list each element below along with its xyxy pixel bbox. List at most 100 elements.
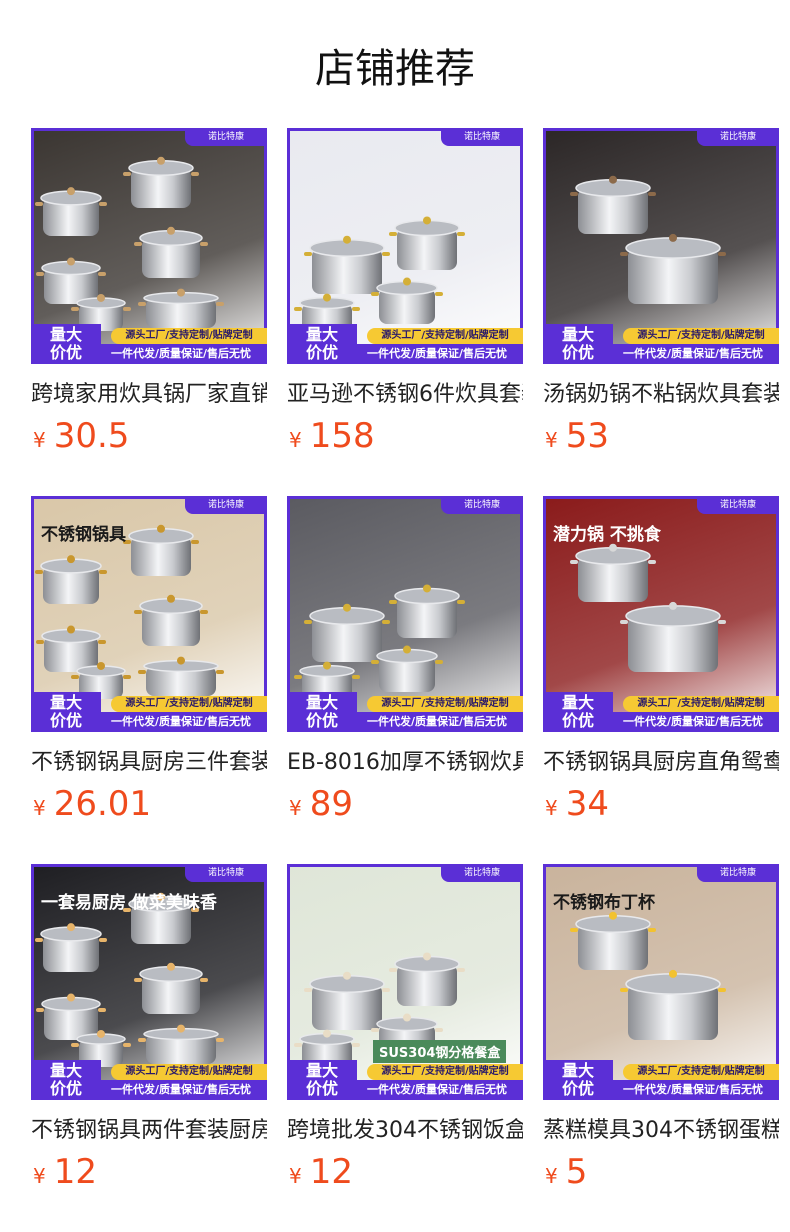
price-amount: 30.5 [53,416,130,456]
promo-banner: 一件代发/质量保证/售后无忧 量大 价优 源头工厂/支持定制/贴牌定制 [31,1060,267,1100]
product-name[interactable]: 跨境批发304不锈钢饭盒 [287,1112,523,1144]
brand-label: 诺比特康 [463,500,500,510]
promo-volume-line2: 价优 [305,343,338,362]
promo-volume-line1: 量大 [49,325,82,344]
promo-volume-line1: 量大 [561,1061,594,1080]
product-image[interactable]: 不锈钢布丁杯 诺比特康一件代发/质量保证/售后无忧 量大 价优 源头工厂/支持定制/贴牌… [543,864,779,1100]
promo-banner: 一件代发/质量保证/售后无忧 量大 价优 源头工厂/支持定制/贴牌定制 [543,692,779,732]
product-price: ¥12 [33,1152,97,1192]
promo-line1: 源头工厂/支持定制/贴牌定制 [623,696,779,712]
promo-volume-badge: 量大 价优 [287,1060,357,1100]
product-card[interactable]: 诺比特康一件代发/质量保证/售后无忧 量大 价优 源头工厂/支持定制/贴牌定制汤锅奶锅… [543,128,779,458]
product-card[interactable]: 诺比特康 一件代发/质量保证/售后无忧 量大 价优 源头工厂/支持定制/贴牌定制 亚马逊不… [287,128,523,458]
promo-line2: 一件代发/质量保证/售后无忧 [607,712,779,732]
promo-banner: 一件代发/质量保证/售后无忧 量大 价优 源头工厂/支持定制/贴牌定制 [287,324,523,364]
price-amount: 5 [565,1152,588,1192]
promo-volume-line2: 价优 [49,1079,82,1098]
promo-line1: 源头工厂/支持定制/贴牌定制 [111,328,267,344]
product-price: ¥158 [289,416,375,456]
product-name[interactable]: EB-8016加厚不锈钢炊具 [287,744,523,776]
brand-label: 诺比特康 [463,868,500,878]
product-card[interactable]: 一套易厨房 做菜美味香 诺比特康 一件代发/质量保证/售后无忧 量大 价优 源头工厂/支持… [31,864,267,1194]
product-price: ¥89 [289,784,353,824]
brand-badge: 诺比特康 [185,128,267,146]
promo-line1: 源头工厂/支持定制/贴牌定制 [367,328,523,344]
product-price: ¥12 [289,1152,353,1192]
product-image[interactable]: 诺比特康 一件代发/质量保证/售后无忧 量大 价优 源头工厂/支持定制/贴牌定制 [287,496,523,732]
product-name[interactable]: 蒸糕模具304不锈钢蛋糕杯 [543,1112,779,1144]
promo-volume-line2: 价优 [305,711,338,730]
product-image-caption: 不锈钢布丁杯 [553,893,655,913]
brand-label: 诺比特康 [719,868,756,878]
product-image-caption: 不锈钢锅具 [41,525,126,545]
promo-line1: 源头工厂/支持定制/贴牌定制 [111,1064,267,1080]
brand-badge: 诺比特康 [185,496,267,514]
currency-symbol: ¥ [33,796,46,820]
product-card[interactable]: 不锈钢锅具 诺比特康 一件代发/质量保证/售后无忧 量大 价优 源头工厂/支持定制/贴牌定… [31,496,267,826]
product-price: ¥53 [545,416,609,456]
promo-line1: 源头工厂/支持定制/贴牌定制 [111,696,267,712]
product-card[interactable]: 不锈钢布丁杯 诺比特康一件代发/质量保证/售后无忧 量大 价优 源头工厂/支持定制/贴牌… [543,864,779,1194]
product-name[interactable]: 亚马逊不锈钢6件炊具套装 [287,376,523,408]
promo-line2: 一件代发/质量保证/售后无忧 [95,712,267,732]
promo-volume-badge: 量大 价优 [543,324,613,364]
promo-line2: 一件代发/质量保证/售后无忧 [351,344,523,364]
promo-banner: 一件代发/质量保证/售后无忧 量大 价优 源头工厂/支持定制/贴牌定制 [543,324,779,364]
currency-symbol: ¥ [289,1164,302,1188]
promo-volume-line2: 价优 [49,711,82,730]
brand-badge: 诺比特康 [185,864,267,882]
promo-volume-line1: 量大 [49,1061,82,1080]
product-price: ¥5 [545,1152,587,1192]
brand-label: 诺比特康 [463,132,500,142]
product-image[interactable]: 潜力锅 不挑食 诺比特康 一件代发/质量保证/售后无忧 量大 价优 源头工厂/支持定制/贴… [543,496,779,732]
promo-volume-badge: 量大 价优 [31,1060,101,1100]
currency-symbol: ¥ [33,428,46,452]
price-amount: 158 [309,416,375,456]
product-card[interactable]: SUS304钢分格餐盒 诺比特康 一件代发/质量保证/售后无忧 量大 价优 源头工厂/支持… [287,864,523,1194]
product-name[interactable]: 不锈钢锅具两件套装厨房 [31,1112,267,1144]
price-amount: 12 [53,1152,97,1192]
promo-line2: 一件代发/质量保证/售后无忧 [351,1080,523,1100]
promo-volume-line1: 量大 [49,693,82,712]
brand-badge: 诺比特康 [441,496,523,514]
promo-volume-badge: 量大 价优 [287,324,357,364]
product-name[interactable]: 不锈钢锅具厨房直角鸳鸯锅 [543,744,779,776]
currency-symbol: ¥ [545,428,558,452]
product-image[interactable]: 诺比特康 一件代发/质量保证/售后无忧 量大 价优 源头工厂/支持定制/贴牌定制 [287,128,523,364]
price-amount: 34 [565,784,609,824]
price-amount: 89 [309,784,353,824]
brand-badge: 诺比特康 [697,864,779,882]
product-name[interactable]: 跨境家用炊具锅厂家直销 [31,376,267,408]
product-image-caption: 一套易厨房 做菜美味香 [41,893,217,913]
currency-symbol: ¥ [545,1164,558,1188]
promo-banner: 一件代发/质量保证/售后无忧 量大 价优 源头工厂/支持定制/贴牌定制 [31,324,267,364]
promo-line2: 一件代发/质量保证/售后无忧 [351,712,523,732]
brand-label: 诺比特康 [207,132,244,142]
currency-symbol: ¥ [289,428,302,452]
product-image[interactable]: SUS304钢分格餐盒 诺比特康 一件代发/质量保证/售后无忧 量大 价优 源头工厂/支持… [287,864,523,1100]
product-name[interactable]: 汤锅奶锅不粘锅炊具套装 [543,376,779,408]
product-price: ¥30.5 [33,416,129,456]
product-image[interactable]: 诺比特康一件代发/质量保证/售后无忧 量大 价优 源头工厂/支持定制/贴牌定制 [31,128,267,364]
product-name[interactable]: 不锈钢锅具厨房三件套装 [31,744,267,776]
promo-banner: 一件代发/质量保证/售后无忧 量大 价优 源头工厂/支持定制/贴牌定制 [543,1060,779,1100]
currency-symbol: ¥ [545,796,558,820]
promo-volume-badge: 量大 价优 [31,324,101,364]
promo-line2: 一件代发/质量保证/售后无忧 [95,344,267,364]
product-image[interactable]: 不锈钢锅具 诺比特康 一件代发/质量保证/售后无忧 量大 价优 源头工厂/支持定制/贴牌定… [31,496,267,732]
product-image[interactable]: 诺比特康一件代发/质量保证/售后无忧 量大 价优 源头工厂/支持定制/贴牌定制 [543,128,779,364]
promo-line1: 源头工厂/支持定制/贴牌定制 [623,328,779,344]
promo-volume-badge: 量大 价优 [31,692,101,732]
promo-banner: 一件代发/质量保证/售后无忧 量大 价优 源头工厂/支持定制/贴牌定制 [31,692,267,732]
product-card[interactable]: 诺比特康一件代发/质量保证/售后无忧 量大 价优 源头工厂/支持定制/贴牌定制跨境家用… [31,128,267,458]
product-image[interactable]: 一套易厨房 做菜美味香 诺比特康 一件代发/质量保证/售后无忧 量大 价优 源头工厂/支持… [31,864,267,1100]
promo-volume-line1: 量大 [305,1061,338,1080]
promo-volume-line1: 量大 [561,325,594,344]
product-price: ¥26.01 [33,784,151,824]
promo-volume-line1: 量大 [305,325,338,344]
promo-volume-line2: 价优 [561,1079,594,1098]
product-card[interactable]: 诺比特康 一件代发/质量保证/售后无忧 量大 价优 源头工厂/支持定制/贴牌定制 EB-8… [287,496,523,826]
brand-badge: 诺比特康 [697,128,779,146]
currency-symbol: ¥ [33,1164,46,1188]
product-card[interactable]: 潜力锅 不挑食 诺比特康 一件代发/质量保证/售后无忧 量大 价优 源头工厂/支持定制/贴… [543,496,779,826]
